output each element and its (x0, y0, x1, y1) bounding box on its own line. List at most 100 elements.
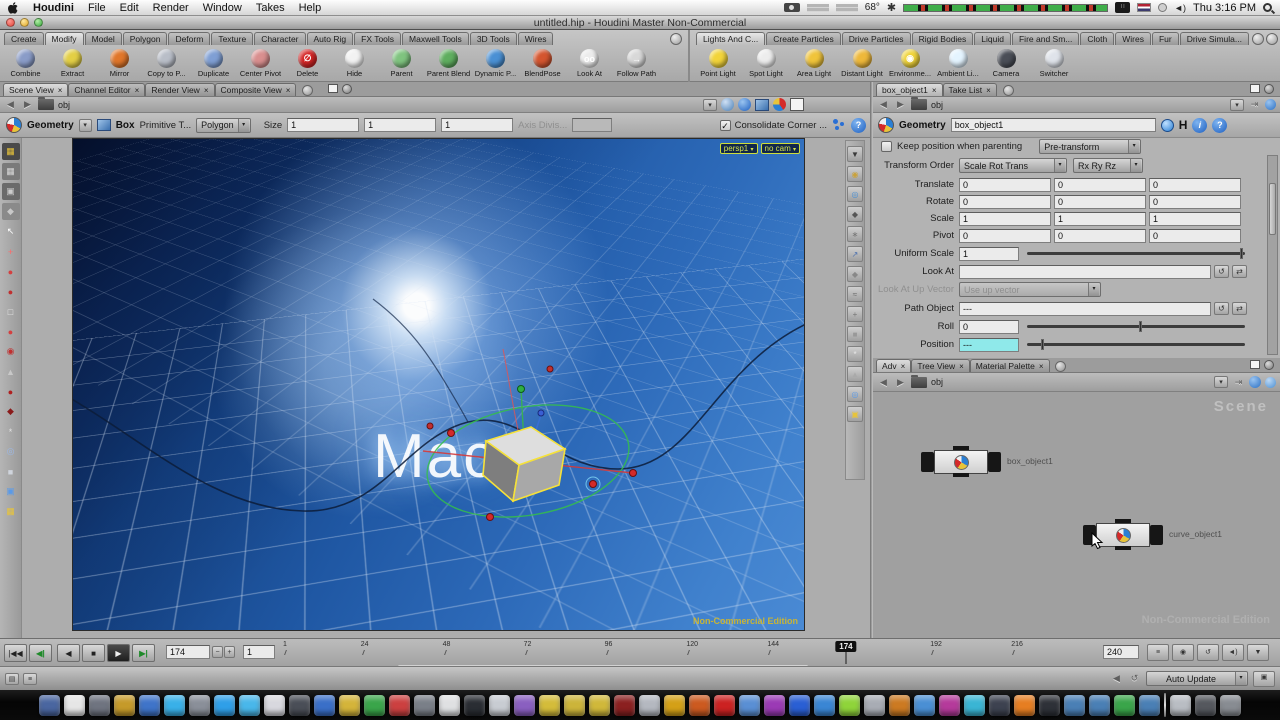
close-icon[interactable] (959, 361, 964, 371)
tool-icon[interactable]: ◆ (2, 203, 20, 220)
viewport-3d[interactable]: Mac (72, 138, 805, 631)
spotlight-icon[interactable] (1263, 3, 1272, 12)
primitive-type-select[interactable]: Polygon▾ (196, 118, 251, 133)
shelf-tab[interactable]: Wires (518, 32, 554, 45)
pane-tab[interactable]: box_object1 (876, 83, 943, 96)
shelf-tab[interactable]: FX Tools (354, 32, 401, 45)
apple-menu-icon[interactable] (8, 2, 19, 14)
curve-point[interactable] (590, 481, 597, 488)
roll-slider[interactable] (1027, 325, 1245, 328)
op-dropdown-icon[interactable]: ▾ (79, 119, 92, 132)
rotate-x-field[interactable] (959, 195, 1051, 209)
sphere-icon[interactable] (738, 98, 751, 111)
next-keyframe-button[interactable]: ▶| (132, 644, 155, 662)
help-icon[interactable]: ? (851, 118, 866, 133)
close-icon[interactable] (204, 85, 209, 95)
dock-icon[interactable] (264, 695, 285, 716)
shelf-tab[interactable]: Liquid (974, 32, 1011, 45)
dock-icon[interactable] (739, 695, 760, 716)
pretransform-menu[interactable]: Pre-transform▾ (1039, 139, 1141, 154)
jump-start-button[interactable]: |◀◀ (4, 644, 27, 662)
pane-tab[interactable]: Channel Editor (68, 83, 145, 96)
range-start-field[interactable] (243, 645, 275, 659)
pane-tab[interactable]: Take List (943, 83, 997, 96)
shelf-tool[interactable]: Copy to P... (143, 47, 190, 78)
shelf-tool[interactable]: BlendPose (519, 47, 566, 78)
viewport-tool-icon[interactable]: ▣ (847, 406, 863, 422)
node-output-connector[interactable] (1115, 546, 1131, 550)
viewport-camera-menu[interactable]: persp1 ▾ (720, 143, 758, 154)
search-icon[interactable] (1265, 377, 1276, 388)
forward-icon[interactable]: ▶ (21, 99, 34, 110)
status-grip-icon[interactable]: ≡ (23, 673, 37, 685)
shelf-tool[interactable]: Center Pivot (237, 47, 284, 78)
dock-icon[interactable] (64, 695, 85, 716)
dock-icon[interactable] (1089, 695, 1110, 716)
y-handle-tip[interactable] (518, 386, 525, 393)
viewport-tool-icon[interactable]: ■ (847, 326, 863, 342)
shelf-tab[interactable]: Auto Rig (307, 32, 354, 45)
dock-icon[interactable] (964, 695, 985, 716)
shelf-tab[interactable]: Cloth (1080, 32, 1114, 45)
dock-icon[interactable] (239, 695, 260, 716)
tool-icon[interactable]: ● (2, 323, 20, 340)
rotate-z-field[interactable] (1149, 195, 1241, 209)
dock-icon[interactable] (564, 695, 585, 716)
uniform-scale-slider[interactable] (1027, 252, 1245, 255)
dock-icon[interactable] (1195, 695, 1216, 716)
curve-point[interactable] (448, 430, 455, 437)
dock-icon[interactable] (364, 695, 385, 716)
dock-icon[interactable] (339, 695, 360, 716)
menu-edit[interactable]: Edit (120, 2, 139, 14)
undo-icon[interactable]: ◀ (1110, 673, 1123, 684)
node-output-connector[interactable] (953, 473, 969, 477)
playbar-option-icon[interactable]: ▼ (1247, 644, 1269, 661)
path-object-field[interactable] (959, 302, 1211, 316)
dock-icon[interactable] (164, 695, 185, 716)
tool-icon[interactable]: ▦ (2, 503, 20, 520)
viewport-tool-icon[interactable]: + (847, 306, 863, 322)
maximize-pane-icon[interactable] (328, 84, 338, 93)
z-handle-tip[interactable] (538, 410, 544, 416)
menu-takes[interactable]: Takes (256, 2, 285, 14)
pane-menu-button[interactable] (1055, 361, 1066, 372)
split-pane-icon[interactable] (1264, 360, 1274, 370)
translate-z-field[interactable] (1149, 178, 1241, 192)
tool-icon[interactable]: ↖ (2, 223, 20, 240)
close-icon[interactable] (932, 85, 937, 95)
orbit-icon[interactable] (721, 98, 734, 111)
shelf-tab[interactable]: Fire and Sm... (1012, 32, 1079, 45)
gear-menu-icon[interactable]: ✱ (887, 1, 896, 14)
dock-icon[interactable] (514, 695, 535, 716)
tool-icon[interactable]: □ (2, 303, 20, 320)
link-icon[interactable] (1249, 376, 1261, 388)
dock-icon[interactable] (489, 695, 510, 716)
tool-icon[interactable]: + (2, 243, 20, 260)
op-jump-icon[interactable]: ↺ (1214, 302, 1229, 315)
network-node[interactable]: box_object1 (921, 449, 1019, 475)
look-at-field[interactable] (959, 265, 1211, 279)
roll-field[interactable] (959, 320, 1019, 334)
tool-icon[interactable]: * (2, 423, 20, 440)
size-y-field[interactable] (364, 118, 436, 132)
dock-icon[interactable] (664, 695, 685, 716)
network-path[interactable]: obj (931, 100, 943, 110)
dock-icon[interactable] (1064, 695, 1085, 716)
shelf-tab[interactable]: Create Particles (766, 32, 840, 45)
current-frame-marker[interactable]: 174 (835, 641, 856, 652)
back-icon[interactable]: ◀ (877, 377, 890, 388)
split-pane-icon[interactable] (1264, 84, 1274, 94)
dock-icon[interactable] (1039, 695, 1060, 716)
menubar-clock[interactable]: Thu 3:16 PM (1193, 2, 1256, 14)
viewport-tool-icon[interactable]: ◎ (847, 186, 863, 202)
pivot-z-field[interactable] (1149, 229, 1241, 243)
shelf-tab[interactable]: Rigid Bodies (912, 32, 974, 45)
shelf-tab[interactable]: Fur (1152, 32, 1179, 45)
temperature-status[interactable]: 68° (865, 2, 880, 13)
dock-icon[interactable] (764, 695, 785, 716)
viewport-tool-icon[interactable]: ◆ (847, 206, 863, 222)
dock-icon[interactable] (39, 695, 60, 716)
shaded-view-icon[interactable] (755, 99, 769, 111)
viewport-lookthrough-menu[interactable]: no cam ▾ (761, 143, 800, 154)
tool-icon[interactable]: ◎ (2, 443, 20, 460)
